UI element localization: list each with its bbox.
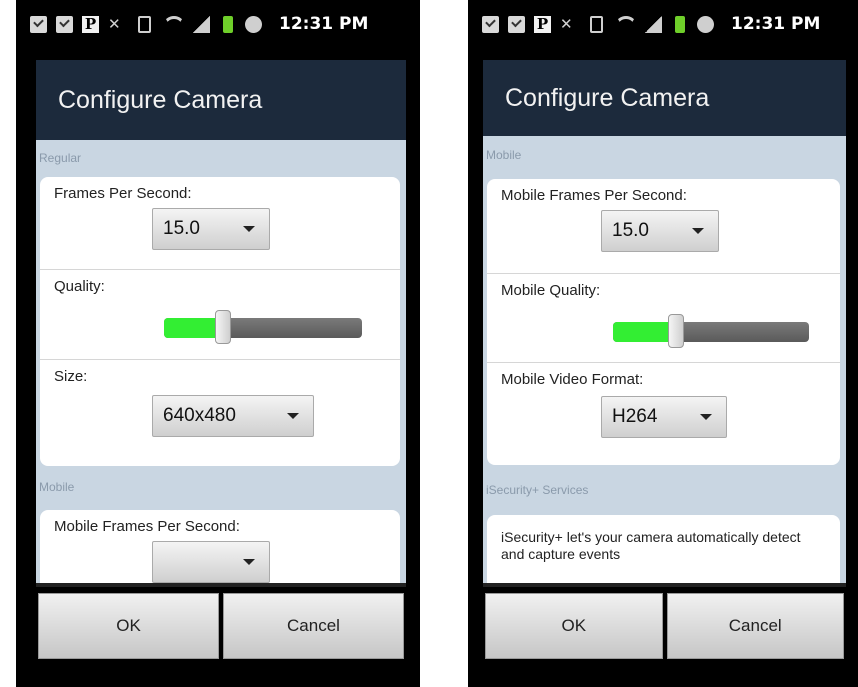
frames-per-second-value: 15.0 xyxy=(163,218,200,239)
mobile-video-format-row: Mobile Video Format: H264 xyxy=(487,363,840,459)
ok-button[interactable]: OK xyxy=(38,593,219,659)
mobile-frames-dropdown[interactable] xyxy=(152,541,270,583)
mobile-frames-row: Mobile Frames Per Second: xyxy=(40,510,400,587)
section-heading-regular: Regular xyxy=(39,151,82,165)
size-dropdown[interactable]: 640x480 xyxy=(152,395,314,437)
status-bar: P ✕ 12:31 PM xyxy=(468,0,858,48)
dialog-title: Configure Camera xyxy=(58,85,263,114)
ok-button[interactable]: OK xyxy=(485,593,663,659)
wifi-icon xyxy=(616,16,636,32)
mute-icon: ✕ xyxy=(560,14,573,33)
section-heading-mobile: Mobile xyxy=(486,148,522,162)
mobile-quality-row: Mobile Quality: xyxy=(487,274,840,363)
cancel-button[interactable]: Cancel xyxy=(666,593,844,659)
dropdown-arrow-icon xyxy=(692,228,704,234)
dialog-header: Configure Camera xyxy=(36,60,406,140)
configure-camera-dialog: Configure Camera Regular Frames Per Seco… xyxy=(36,60,406,673)
size-label: Size: xyxy=(54,368,88,385)
slider-fill xyxy=(613,322,676,342)
checkbox-notification-icon xyxy=(482,15,499,33)
mobile-settings-card: Mobile Frames Per Second: 15.0 Mobile Qu… xyxy=(487,179,840,465)
isecurity-description: iSecurity+ let's your camera automatical… xyxy=(501,529,801,562)
dialog-title: Configure Camera xyxy=(505,83,710,112)
configure-camera-dialog: Configure Camera Mobile Mobile Frames Pe… xyxy=(483,60,846,673)
section-heading-mobile: Mobile xyxy=(39,480,75,494)
signal-icon xyxy=(193,15,210,33)
mobile-frames-value: 15.0 xyxy=(612,220,649,241)
quality-slider[interactable] xyxy=(54,305,386,345)
dialog-header: Configure Camera xyxy=(483,60,846,136)
quality-row: Quality: xyxy=(40,270,400,360)
dropdown-arrow-icon xyxy=(243,559,255,565)
phone-screen-left: P ✕ 12:31 PM Configure Camera Regular Fr… xyxy=(16,0,420,687)
battery-icon xyxy=(675,15,685,33)
status-time: 12:31 PM xyxy=(279,14,369,34)
dropdown-arrow-icon xyxy=(287,413,299,419)
cancel-button[interactable]: Cancel xyxy=(223,593,404,659)
signal-icon xyxy=(645,15,662,33)
frames-per-second-dropdown[interactable]: 15.0 xyxy=(152,208,270,250)
slider-thumb[interactable] xyxy=(215,310,231,344)
quality-label: Quality: xyxy=(54,278,105,295)
alarm-icon xyxy=(245,15,262,33)
size-row: Size: 640x480 xyxy=(40,360,400,460)
dropdown-arrow-icon xyxy=(700,414,712,420)
checkbox-notification-icon xyxy=(56,15,73,33)
section-heading-isecurity: iSecurity+ Services xyxy=(486,483,589,497)
mobile-video-format-label: Mobile Video Format: xyxy=(501,371,644,388)
dialog-button-bar: OK Cancel xyxy=(483,583,846,673)
mobile-frames-label: Mobile Frames Per Second: xyxy=(501,187,687,204)
alarm-icon xyxy=(697,15,714,33)
frames-per-second-row: Frames Per Second: 15.0 xyxy=(40,177,400,270)
p-app-icon: P xyxy=(534,15,551,33)
frames-per-second-label: Frames Per Second: xyxy=(54,185,192,202)
mobile-video-format-value: H264 xyxy=(612,406,658,427)
slider-thumb[interactable] xyxy=(668,314,684,348)
mobile-quality-slider[interactable] xyxy=(501,309,826,349)
dropdown-arrow-icon xyxy=(243,226,255,232)
mobile-frames-row: Mobile Frames Per Second: 15.0 xyxy=(487,179,840,274)
mute-icon: ✕ xyxy=(108,14,121,33)
phone-screen-right: P ✕ 12:31 PM Configure Camera Mobile Mob… xyxy=(468,0,858,687)
dialog-content[interactable]: Regular Frames Per Second: 15.0 Quality: xyxy=(36,140,406,587)
battery-icon xyxy=(223,15,233,33)
status-bar: P ✕ 12:31 PM xyxy=(16,0,420,48)
mobile-frames-label: Mobile Frames Per Second: xyxy=(54,518,240,535)
mobile-video-format-dropdown[interactable]: H264 xyxy=(601,396,727,438)
dialog-content[interactable]: Mobile Mobile Frames Per Second: 15.0 Mo… xyxy=(483,136,846,587)
mobile-settings-card: Mobile Frames Per Second: xyxy=(40,510,400,587)
p-app-icon: P xyxy=(82,15,99,33)
size-value: 640x480 xyxy=(163,405,236,426)
vibrate-icon xyxy=(138,15,151,33)
regular-settings-card: Frames Per Second: 15.0 Quality: Size: 6… xyxy=(40,177,400,466)
status-time: 12:31 PM xyxy=(731,14,821,34)
isecurity-card: iSecurity+ let's your camera automatical… xyxy=(487,515,840,587)
wifi-icon xyxy=(164,16,184,32)
checkbox-notification-icon xyxy=(508,15,525,33)
checkbox-notification-icon xyxy=(30,15,47,33)
mobile-quality-label: Mobile Quality: xyxy=(501,282,601,299)
dialog-button-bar: OK Cancel xyxy=(36,583,406,673)
vibrate-icon xyxy=(590,15,603,33)
mobile-frames-dropdown[interactable]: 15.0 xyxy=(601,210,719,252)
